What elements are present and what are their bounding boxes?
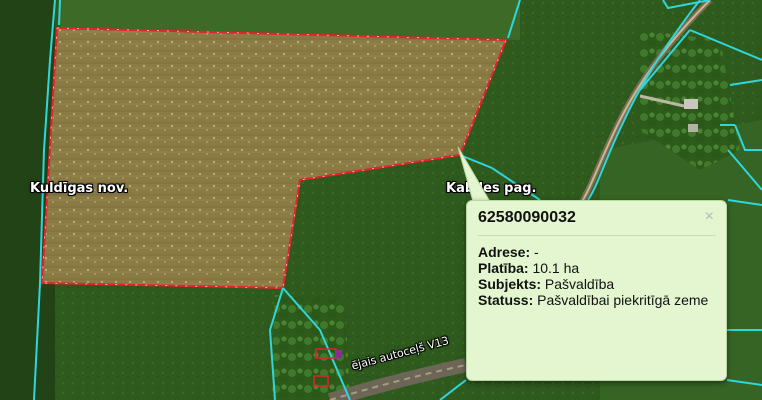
popup-pointer: [457, 146, 493, 206]
address-key: Adrese:: [478, 244, 531, 260]
subject-row: Subjekts: Pašvaldība: [478, 276, 716, 292]
trees-bottom: [270, 295, 350, 400]
address-value: -: [534, 244, 539, 260]
status-row: Statuss: Pašvaldībai piekritīgā zeme: [478, 292, 716, 308]
area-row: Platība: 10.1 ha: [478, 260, 716, 276]
parcel-cadastre-number: 62580090032: [478, 209, 716, 236]
status-key: Statuss:: [478, 292, 534, 308]
subject-value: Pašvaldība: [544, 276, 615, 292]
farm-building: [684, 99, 698, 109]
parcel-details: Adrese: - Platība: 10.1 ha Subjekts: Paš…: [478, 244, 716, 308]
kuldiga-municipality-label: Kuldīgas nov.: [30, 181, 129, 196]
farm-building-2: [688, 124, 698, 132]
address-row: Adrese: -: [478, 244, 716, 260]
small-parcel-marker-3: [336, 350, 342, 358]
parcel-info-popup: 62580090032 × Adrese: - Platība: 10.1 ha…: [466, 200, 727, 381]
subject-key: Subjekts:: [478, 276, 542, 292]
close-icon[interactable]: ×: [705, 209, 714, 225]
area-key: Platība:: [478, 260, 529, 276]
status-value: Pašvaldībai piekritīgā zeme: [537, 292, 709, 308]
area-value: 10.1 ha: [532, 260, 580, 276]
